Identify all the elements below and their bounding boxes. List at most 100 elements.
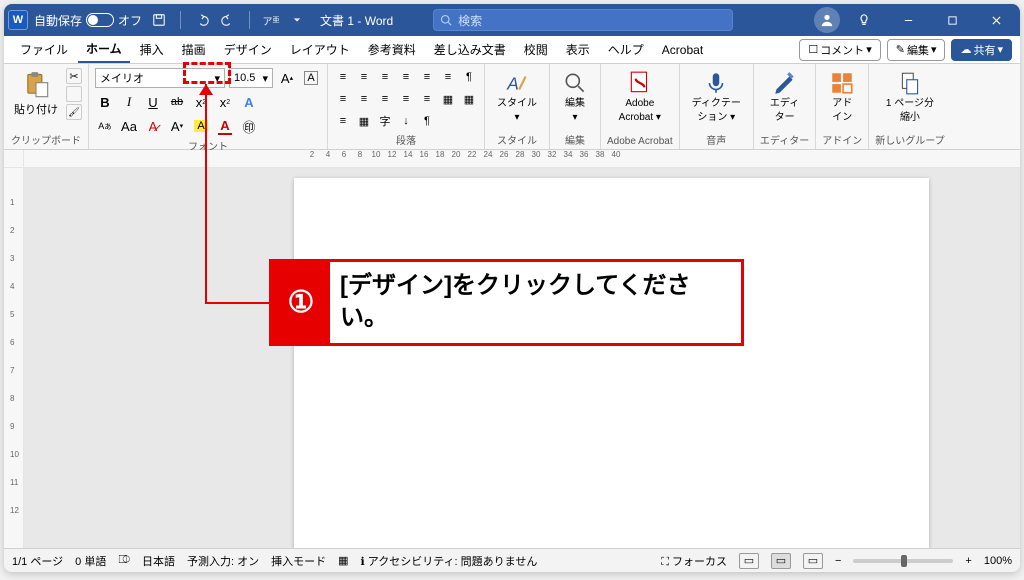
- maximize-button[interactable]: [932, 5, 972, 35]
- numbering-icon[interactable]: ≡: [355, 68, 373, 86]
- group-addin: アドイン アドイン: [816, 64, 869, 149]
- status-words[interactable]: 0 単語: [75, 553, 106, 569]
- subscript-button[interactable]: x2: [191, 92, 211, 112]
- status-accessibility[interactable]: ℹ アクセシビリティ: 問題ありません: [361, 553, 538, 569]
- grow-font-icon[interactable]: A▴: [277, 68, 297, 88]
- show-marks-icon[interactable]: ¶: [460, 68, 478, 86]
- asian-layout-icon[interactable]: 字: [376, 112, 394, 130]
- zoom-level[interactable]: 100%: [984, 555, 1012, 567]
- status-insert[interactable]: 挿入モード: [271, 553, 326, 569]
- underline-button[interactable]: U: [143, 92, 163, 112]
- zoom-out-button[interactable]: −: [835, 555, 841, 567]
- lightbulb-icon[interactable]: [844, 5, 884, 35]
- line-spacing-icon[interactable]: ≡: [418, 90, 436, 108]
- save-icon[interactable]: [150, 11, 168, 29]
- tab-mailings[interactable]: 差し込み文書: [426, 37, 514, 62]
- close-button[interactable]: [976, 5, 1016, 35]
- shrink-page-button[interactable]: 1 ページ分縮小: [875, 68, 944, 126]
- autosave-toggle[interactable]: 自動保存 オフ: [34, 12, 142, 29]
- paste-button[interactable]: 貼り付け: [10, 68, 62, 120]
- justify-icon[interactable]: ≡: [397, 90, 415, 108]
- autosave-state: オフ: [118, 12, 142, 29]
- align-left-icon[interactable]: ≡: [334, 90, 352, 108]
- italic-button[interactable]: I: [119, 92, 139, 112]
- status-lang[interactable]: 日本語: [142, 553, 175, 569]
- zoom-slider[interactable]: [853, 559, 953, 563]
- tab-review[interactable]: 校閲: [516, 37, 556, 62]
- status-page[interactable]: 1/1 ページ: [12, 553, 63, 569]
- acrobat-button[interactable]: AdobeAcrobat ▾: [607, 68, 673, 126]
- styles-button[interactable]: A スタイル▾: [491, 68, 543, 126]
- decrease-indent-icon[interactable]: ≡: [397, 68, 415, 86]
- borders-icon[interactable]: ▦: [460, 90, 478, 108]
- share-button[interactable]: ☁ 共有 ▾: [951, 39, 1012, 61]
- text-effects-button[interactable]: A: [239, 92, 259, 112]
- increase-indent-icon[interactable]: ≡: [418, 68, 436, 86]
- character-border-icon[interactable]: A: [301, 68, 321, 88]
- page[interactable]: [294, 178, 929, 548]
- align-right-icon[interactable]: ≡: [376, 90, 394, 108]
- minimize-button[interactable]: [888, 5, 928, 35]
- shrink-font-icon[interactable]: A▾: [167, 116, 187, 136]
- sort-icon[interactable]: ≡: [439, 68, 457, 86]
- editing-button[interactable]: 編集▾: [556, 68, 594, 126]
- highlight-button[interactable]: A: [191, 116, 211, 136]
- show-all-icon[interactable]: ¶: [418, 112, 436, 130]
- tab-insert[interactable]: 挿入: [132, 37, 172, 62]
- qat-dropdown-icon[interactable]: [288, 11, 306, 29]
- search-input[interactable]: 検索: [433, 9, 733, 31]
- clear-format-icon[interactable]: A̷: [143, 116, 163, 136]
- strikethrough-button[interactable]: ab: [167, 92, 187, 112]
- font-size-select[interactable]: 10.5▾: [229, 68, 273, 88]
- tab-help[interactable]: ヘルプ: [600, 37, 652, 62]
- align-center-icon[interactable]: ≡: [355, 90, 373, 108]
- group-font: メイリオ▾ 10.5▾ A▴ A B I U ab x2 x2 A Aあ Aa: [89, 64, 328, 149]
- char-shading-icon[interactable]: ▦: [355, 112, 373, 130]
- distribute-icon[interactable]: ≡: [334, 112, 352, 130]
- redo-icon[interactable]: [219, 11, 237, 29]
- sort-asc-icon[interactable]: ↓: [397, 112, 415, 130]
- phonetic-guide-icon[interactable]: Aあ: [95, 116, 115, 136]
- change-case-icon[interactable]: Aa: [119, 116, 139, 136]
- group-acrobat: AdobeAcrobat ▾ Adobe Acrobat: [601, 64, 680, 149]
- bold-button[interactable]: B: [95, 92, 115, 112]
- editor-button[interactable]: エディター: [760, 68, 809, 126]
- clipboard-icon: [22, 71, 50, 99]
- tab-design[interactable]: デザイン: [216, 37, 280, 62]
- shading-icon[interactable]: ▦: [439, 90, 457, 108]
- document-area[interactable]: 123456789101112: [4, 168, 1020, 548]
- status-proofing-icon[interactable]: ⎄: [118, 554, 130, 567]
- dictation-button[interactable]: ディクテーション ▾: [686, 68, 747, 126]
- status-focus[interactable]: ⛶ フォーカス: [661, 553, 727, 569]
- multilevel-icon[interactable]: ≡: [376, 68, 394, 86]
- tab-layout[interactable]: レイアウト: [282, 37, 358, 62]
- superscript-button[interactable]: x2: [215, 92, 235, 112]
- callout-line: [205, 84, 207, 304]
- status-macro-icon[interactable]: ▦: [338, 554, 348, 567]
- toggle-off-icon: [86, 13, 114, 27]
- comments-button[interactable]: ☐ コメント ▾: [799, 39, 880, 61]
- copy-icon[interactable]: [66, 86, 82, 102]
- qat-item-icon[interactable]: ア亜: [262, 11, 280, 29]
- tab-draw[interactable]: 描画: [174, 37, 214, 62]
- tab-references[interactable]: 参考資料: [360, 37, 424, 62]
- zoom-in-button[interactable]: +: [965, 555, 971, 567]
- web-layout-icon[interactable]: ▭: [803, 553, 823, 569]
- account-icon[interactable]: [814, 7, 840, 33]
- tab-view[interactable]: 表示: [558, 37, 598, 62]
- tab-file[interactable]: ファイル: [12, 37, 76, 62]
- font-color-button[interactable]: A: [215, 116, 235, 136]
- cut-icon[interactable]: ✂: [66, 68, 82, 84]
- tab-acrobat[interactable]: Acrobat: [654, 39, 711, 61]
- format-painter-icon[interactable]: 🖌: [66, 104, 82, 120]
- editing-mode-button[interactable]: ✎ 編集 ▾: [887, 39, 946, 61]
- print-layout-icon[interactable]: ▭: [771, 553, 791, 569]
- undo-icon[interactable]: [193, 11, 211, 29]
- bullets-icon[interactable]: ≡: [334, 68, 352, 86]
- addin-button[interactable]: アドイン: [822, 68, 862, 126]
- tab-home[interactable]: ホーム: [78, 36, 130, 63]
- read-mode-icon[interactable]: ▭: [739, 553, 759, 569]
- enclose-char-icon[interactable]: ㊞: [239, 116, 259, 136]
- word-icon: W: [8, 10, 28, 30]
- status-predict[interactable]: 予測入力: オン: [187, 553, 259, 569]
